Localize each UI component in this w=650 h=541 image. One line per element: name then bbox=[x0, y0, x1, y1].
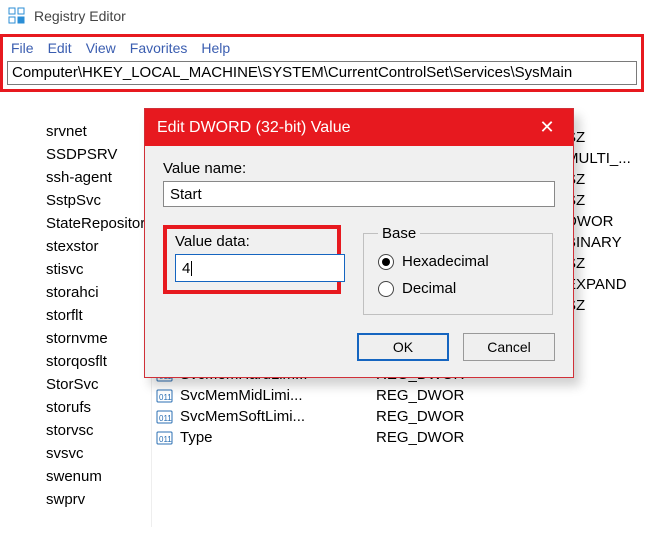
value-data-text: 4 bbox=[182, 260, 190, 277]
radio-hexadecimal-label: Hexadecimal bbox=[402, 253, 489, 270]
tree-item[interactable]: storflt bbox=[40, 304, 151, 327]
dialog-buttons: OK Cancel bbox=[145, 329, 573, 377]
menu-view[interactable]: View bbox=[86, 40, 116, 56]
radio-decimal[interactable]: Decimal bbox=[378, 275, 538, 302]
close-icon[interactable]: ✕ bbox=[533, 117, 561, 138]
radio-hexadecimal-icon bbox=[378, 254, 394, 270]
svg-text:011: 011 bbox=[159, 393, 172, 402]
value-row[interactable]: 011 SvcMemSoftLimi... REG_DWOR bbox=[152, 406, 650, 427]
tree-item[interactable]: SSDPSRV bbox=[40, 143, 151, 166]
menu-favorites[interactable]: Favorites bbox=[130, 40, 188, 56]
tree-item[interactable]: stisvc bbox=[40, 258, 151, 281]
tree-item[interactable]: swenum bbox=[40, 465, 151, 488]
tree-item[interactable]: swprv bbox=[40, 488, 151, 511]
dialog-body: Value name: Value data: 4 Base Hexadecim… bbox=[145, 146, 573, 329]
value-data-label: Value data: bbox=[175, 233, 329, 250]
ok-button[interactable]: OK bbox=[357, 333, 449, 361]
edit-dword-dialog: Edit DWORD (32-bit) Value ✕ Value name: … bbox=[144, 108, 574, 378]
tree-item[interactable]: storahci bbox=[40, 281, 151, 304]
address-bar[interactable]: Computer\HKEY_LOCAL_MACHINE\SYSTEM\Curre… bbox=[7, 61, 637, 85]
value-name: SvcMemSoftLimi... bbox=[180, 408, 370, 425]
window-titlebar: Registry Editor bbox=[0, 0, 650, 32]
tree-item[interactable]: storvsc bbox=[40, 419, 151, 442]
value-name-input[interactable] bbox=[163, 181, 555, 207]
value-name-label: Value name: bbox=[163, 160, 555, 177]
tree-item[interactable]: storufs bbox=[40, 396, 151, 419]
tree-item[interactable]: stexstor bbox=[40, 235, 151, 258]
value-type: REG_DWOR bbox=[376, 387, 476, 404]
menu-edit[interactable]: Edit bbox=[48, 40, 72, 56]
menu-file[interactable]: File bbox=[11, 40, 34, 56]
tree-item[interactable]: StorSvc bbox=[40, 373, 151, 396]
base-legend: Base bbox=[378, 225, 420, 242]
tree-pane[interactable]: srvnetSSDPSRVssh-agentSstpSvcStateReposi… bbox=[0, 118, 152, 527]
radio-decimal-label: Decimal bbox=[402, 280, 456, 297]
menubar: File Edit View Favorites Help bbox=[3, 37, 641, 59]
tree-item[interactable]: stornvme bbox=[40, 327, 151, 350]
dialog-title: Edit DWORD (32-bit) Value bbox=[157, 119, 533, 137]
regedit-app-icon bbox=[8, 7, 26, 25]
radio-decimal-icon bbox=[378, 281, 394, 297]
tree-item[interactable]: StateRepository bbox=[40, 212, 151, 235]
value-row[interactable]: 011 SvcMemMidLimi... REG_DWOR bbox=[152, 385, 650, 406]
registry-dword-icon: 011 bbox=[156, 409, 174, 425]
svg-text:011: 011 bbox=[159, 414, 172, 423]
highlighted-header-region: File Edit View Favorites Help Computer\H… bbox=[0, 34, 644, 92]
cancel-button[interactable]: Cancel bbox=[463, 333, 555, 361]
highlighted-value-data-region: Value data: 4 bbox=[163, 225, 341, 294]
value-data-input[interactable]: 4 bbox=[175, 254, 345, 282]
svg-text:011: 011 bbox=[159, 435, 172, 444]
value-type: REG_DWOR bbox=[376, 429, 476, 446]
tree-item[interactable]: svsvc bbox=[40, 442, 151, 465]
registry-dword-icon: 011 bbox=[156, 388, 174, 404]
menu-help[interactable]: Help bbox=[201, 40, 230, 56]
tree-item[interactable]: ssh-agent bbox=[40, 166, 151, 189]
base-fieldset: Base Hexadecimal Decimal bbox=[363, 225, 553, 315]
tree-item[interactable]: storqosflt bbox=[40, 350, 151, 373]
value-row[interactable]: 011 Type REG_DWOR bbox=[152, 427, 650, 448]
value-name: Type bbox=[180, 429, 370, 446]
value-name: SvcMemMidLimi... bbox=[180, 387, 370, 404]
tree-item[interactable]: SstpSvc bbox=[40, 189, 151, 212]
radio-hexadecimal[interactable]: Hexadecimal bbox=[378, 248, 538, 275]
registry-dword-icon: 011 bbox=[156, 430, 174, 446]
dialog-titlebar[interactable]: Edit DWORD (32-bit) Value ✕ bbox=[145, 109, 573, 146]
window-title: Registry Editor bbox=[34, 8, 126, 24]
value-type: REG_DWOR bbox=[376, 408, 476, 425]
tree-item[interactable]: srvnet bbox=[40, 120, 151, 143]
